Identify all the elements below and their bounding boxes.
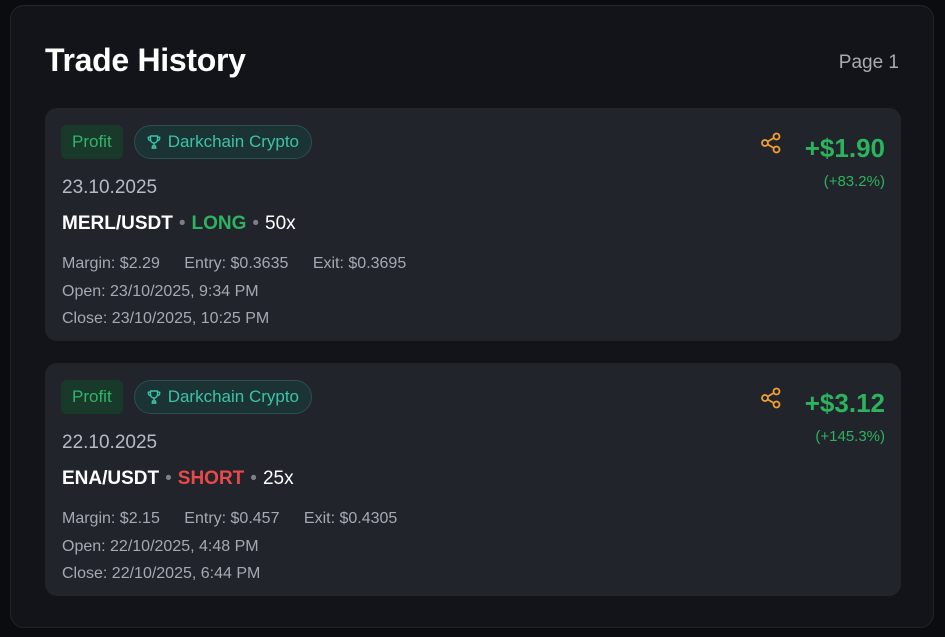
open-time: Open: 23/10/2025, 9:34 PM <box>62 282 259 300</box>
separator: • <box>165 468 172 489</box>
team-name: Darkchain Crypto <box>167 132 300 151</box>
trophy-icon <box>146 134 162 150</box>
trade-badges: Profit Darkchain Crypto <box>61 380 313 414</box>
trade-card: Profit Darkchain Crypto 23.10.2025 MERL/ <box>45 108 901 341</box>
margin-value: Margin: $2.29 <box>62 255 160 272</box>
pnl-amount: +$3.12 <box>804 388 885 418</box>
trading-pair: MERL/USDT <box>62 213 173 234</box>
pnl-amount: +$1.90 <box>804 133 885 163</box>
pnl-block: +$1.90 (+83.2%) <box>805 133 885 190</box>
status-badge: Profit <box>61 380 123 414</box>
trading-pair: ENA/USDT <box>62 468 160 489</box>
leverage: 25x <box>262 468 294 489</box>
trophy-icon <box>146 389 162 405</box>
trade-card: Profit Darkchain Crypto 22.10.2025 ENA/U <box>45 363 901 596</box>
team-badge[interactable]: Darkchain Crypto <box>133 380 313 414</box>
page-indicator: Page 1 <box>838 52 899 73</box>
entry-price: Entry: $0.457 <box>184 510 280 527</box>
open-time: Open: 22/10/2025, 4:48 PM <box>62 537 259 555</box>
leverage: 50x <box>265 213 296 234</box>
share-icon[interactable] <box>760 132 782 154</box>
status-badge: Profit <box>61 125 123 159</box>
trade-summary: ENA/USDT • SHORT • 25x <box>62 468 294 490</box>
team-badge[interactable]: Darkchain Crypto <box>133 125 313 159</box>
entry-price: Entry: $0.3635 <box>184 255 289 272</box>
trade-side: LONG <box>191 213 247 234</box>
team-name: Darkchain Crypto <box>167 387 300 406</box>
share-icon[interactable] <box>760 387 782 409</box>
exit-price: Exit: $0.4305 <box>303 510 398 527</box>
pnl-percent: (+145.3%) <box>815 428 885 445</box>
trade-side: SHORT <box>177 468 245 489</box>
exit-price: Exit: $0.3695 <box>312 255 407 272</box>
close-time: Close: 22/10/2025, 6:44 PM <box>62 565 261 582</box>
trade-date: 23.10.2025 <box>62 177 158 198</box>
margin-value: Margin: $2.15 <box>62 510 160 527</box>
pnl-block: +$3.12 (+145.3%) <box>805 388 885 445</box>
trade-details: Margin: $2.29 Entry: $0.3635 Exit: $0.36… <box>62 250 406 333</box>
trade-history-panel: Trade History Page 1 Profit Darkchain Cr… <box>10 5 934 628</box>
trade-details: Margin: $2.15 Entry: $0.457 Exit: $0.430… <box>62 505 397 588</box>
trade-date: 22.10.2025 <box>62 432 158 453</box>
separator: • <box>178 213 186 234</box>
trade-badges: Profit Darkchain Crypto <box>61 125 313 159</box>
trade-summary: MERL/USDT • LONG • 50x <box>62 213 296 235</box>
pnl-percent: (+83.2%) <box>823 173 885 190</box>
page-title: Trade History <box>45 42 246 78</box>
separator: • <box>250 468 257 489</box>
close-time: Close: 23/10/2025, 10:25 PM <box>62 310 270 327</box>
separator: • <box>252 213 260 234</box>
